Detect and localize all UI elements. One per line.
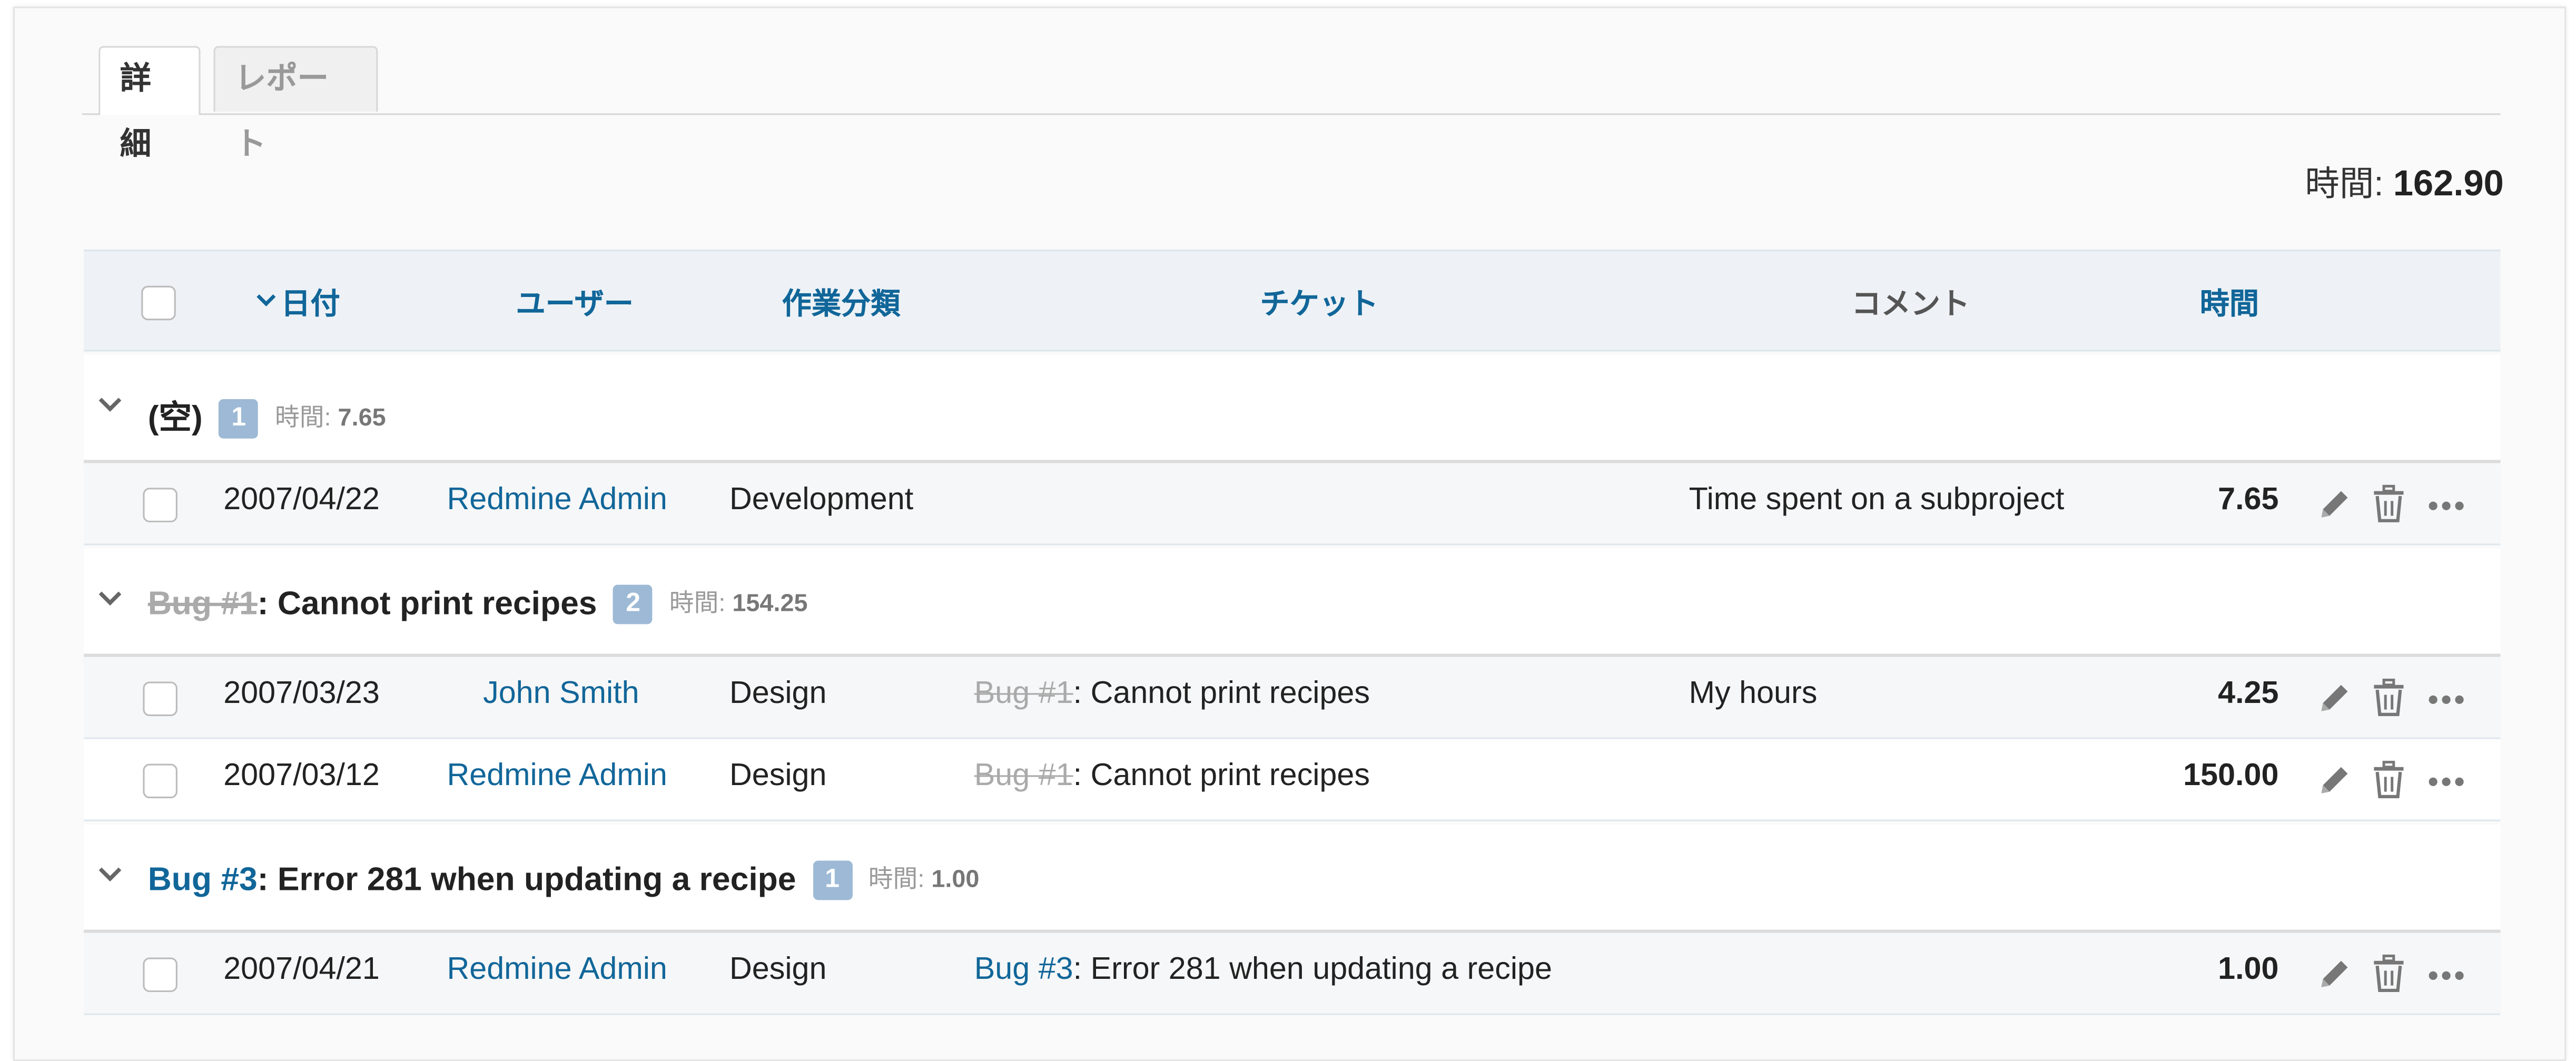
pencil-icon[interactable] — [2315, 678, 2354, 728]
column-header-hours[interactable]: 時間 — [2200, 281, 2259, 323]
table-header: 日付 ユーザー 作業分類 チケット コメント 時間 — [84, 250, 2501, 352]
more-icon[interactable] — [2426, 491, 2466, 528]
trash-icon[interactable] — [2371, 954, 2407, 1004]
chevron-down-icon[interactable] — [97, 584, 123, 611]
total-hours-value: 162.90 — [2393, 162, 2504, 204]
entry-user-link[interactable]: Redmine Admin — [447, 953, 667, 989]
trash-icon[interactable] — [2371, 678, 2407, 728]
row-actions — [2315, 484, 2479, 527]
entry-date: 2007/03/23 — [223, 677, 380, 711]
trash-icon[interactable] — [2371, 484, 2407, 534]
entry-date: 2007/03/12 — [223, 759, 380, 794]
entry-hours: 4.25 — [2218, 677, 2279, 711]
entry-issue-link[interactable]: Bug #3 — [974, 953, 1073, 987]
column-header-date[interactable]: 日付 — [254, 281, 340, 323]
column-header-issue[interactable]: チケット — [1260, 281, 1379, 323]
group-title-text: (空) — [147, 401, 203, 437]
group-count-badge: 1 — [812, 860, 852, 900]
column-header-date-label: 日付 — [281, 287, 340, 321]
entry-hours: 7.65 — [2218, 483, 2279, 518]
group-title: (空) 1 時間: 7.65 — [147, 391, 386, 439]
more-icon[interactable] — [2426, 961, 2466, 997]
more-icon[interactable] — [2426, 685, 2466, 721]
group-total-value: 154.25 — [732, 589, 808, 618]
sort-desc-icon — [256, 294, 276, 306]
more-icon[interactable] — [2426, 767, 2466, 804]
tab-report[interactable]: レポート — [213, 46, 378, 163]
group-total-value: 1.00 — [931, 865, 980, 894]
group-row-empty: (空) 1 時間: 7.65 — [84, 354, 2501, 463]
total-hours-label: 時間: — [2305, 166, 2384, 204]
tab-bar: 詳細 レポート — [82, 46, 2501, 163]
table-row: 2007/03/23 John Smith Design Bug #1: Can… — [84, 657, 2501, 739]
group-count-badge: 1 — [219, 399, 259, 439]
tab-details[interactable]: 詳細 — [98, 46, 201, 163]
select-all-checkbox[interactable] — [141, 285, 176, 321]
group-issue-link[interactable]: Bug #1 — [148, 587, 258, 623]
group-total-label: 時間: — [274, 404, 331, 432]
group-title-text: : Cannot print recipes — [257, 586, 597, 623]
column-header-comment: コメント — [1851, 287, 1970, 321]
entry-activity: Development — [729, 483, 914, 518]
row-checkbox[interactable] — [143, 763, 177, 798]
group-count-badge: 2 — [613, 584, 653, 624]
table-row: 2007/04/21 Redmine Admin Design Bug #3: … — [84, 933, 2501, 1015]
entry-date: 2007/04/22 — [223, 483, 380, 518]
row-checkbox[interactable] — [143, 488, 177, 522]
column-header-activity[interactable]: 作業分類 — [782, 281, 901, 323]
total-hours: 時間: 162.90 — [2305, 157, 2503, 207]
entry-issue-link[interactable]: Bug #1 — [974, 759, 1073, 794]
entry-issue: Bug #1: Cannot print recipes — [974, 759, 1370, 795]
entry-user-link[interactable]: John Smith — [483, 677, 639, 713]
table-row: 2007/03/12 Redmine Admin Design Bug #1: … — [84, 739, 2501, 821]
group-total-label: 時間: — [669, 589, 726, 618]
entry-issue-title: : Cannot print recipes — [1073, 759, 1370, 794]
column-header-user[interactable]: ユーザー — [516, 281, 633, 323]
row-actions — [2315, 678, 2479, 721]
entry-user-link[interactable]: Redmine Admin — [447, 759, 667, 795]
pencil-icon[interactable] — [2315, 954, 2354, 1004]
group-row-bug-3: Bug #3: Error 281 when updating a recipe… — [84, 824, 2501, 933]
entry-issue: Bug #3: Error 281 when updating a recipe — [974, 953, 1552, 989]
row-checkbox[interactable] — [143, 681, 177, 717]
chevron-down-icon[interactable] — [97, 391, 123, 417]
entry-activity: Design — [729, 759, 827, 794]
entry-comment: Time spent on a subproject — [1689, 483, 2065, 518]
group-title: Bug #1: Cannot print recipes 2 時間: 154.25 — [148, 584, 808, 624]
row-actions — [2315, 954, 2479, 997]
chevron-down-icon[interactable] — [97, 861, 123, 887]
group-total-value: 7.65 — [338, 404, 386, 432]
pencil-icon[interactable] — [2315, 760, 2354, 810]
entry-issue: Bug #1: Cannot print recipes — [974, 677, 1370, 713]
entry-comment: My hours — [1689, 677, 1818, 711]
entry-user-link[interactable]: Redmine Admin — [447, 483, 667, 519]
table-row: 2007/04/22 Redmine Admin Development Tim… — [84, 463, 2501, 546]
pencil-icon[interactable] — [2315, 484, 2354, 534]
entry-hours: 150.00 — [2183, 759, 2279, 794]
group-total-label: 時間: — [868, 865, 925, 894]
group-issue-link[interactable]: Bug #3 — [148, 862, 258, 899]
group-total: 時間: 154.25 — [669, 584, 808, 619]
row-checkbox[interactable] — [143, 957, 177, 993]
row-actions — [2315, 760, 2479, 803]
entry-hours: 1.00 — [2218, 953, 2279, 987]
entry-issue-title: : Cannot print recipes — [1073, 677, 1370, 711]
entry-issue-link[interactable]: Bug #1 — [974, 677, 1073, 711]
trash-icon[interactable] — [2371, 760, 2407, 810]
group-row-bug-1: Bug #1: Cannot print recipes 2 時間: 154.25 — [84, 548, 2501, 657]
entry-activity: Design — [729, 953, 827, 987]
entry-activity: Design — [729, 677, 827, 711]
entry-date: 2007/04/21 — [223, 953, 380, 987]
group-total: 時間: 7.65 — [275, 399, 386, 434]
group-title-text: : Error 281 when updating a recipe — [257, 862, 796, 899]
group-total: 時間: 1.00 — [868, 861, 980, 896]
entry-issue-title: : Error 281 when updating a recipe — [1073, 953, 1552, 987]
group-title: Bug #3: Error 281 when updating a recipe… — [148, 860, 980, 900]
